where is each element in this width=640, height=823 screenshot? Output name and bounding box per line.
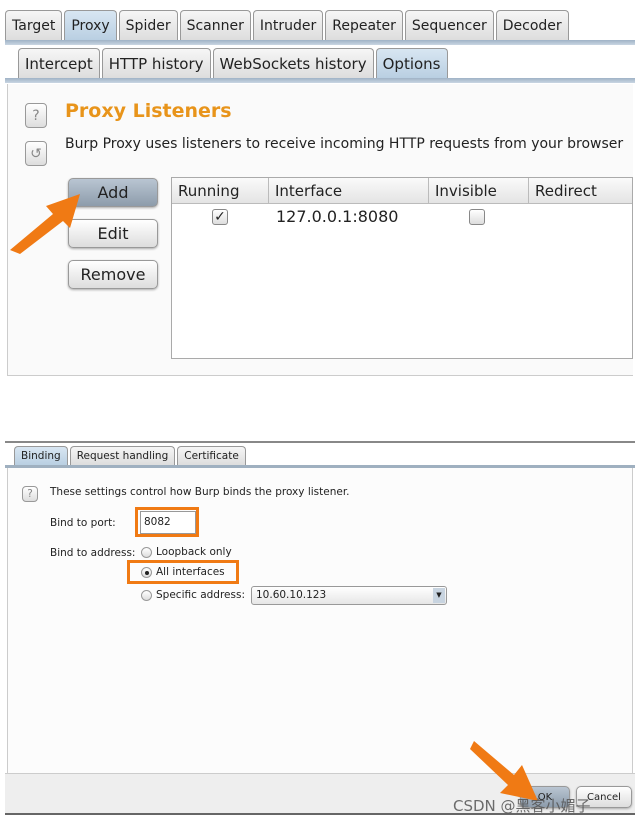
dialog-tab-request-handling[interactable]: Request handling — [69, 446, 176, 465]
main-tabs: Target Proxy Spider Scanner Intruder Repeater… — [5, 10, 569, 40]
dialog-tab-binding[interactable]: Binding — [14, 446, 68, 465]
running-checkbox[interactable]: ✓ — [212, 209, 228, 225]
help-icon[interactable]: ? — [22, 486, 38, 502]
radio-loopback[interactable]: Loopback only — [141, 546, 232, 558]
sub-tabs: Intercept HTTP history WebSockets history O… — [18, 48, 448, 78]
subtab-intercept[interactable]: Intercept — [18, 48, 100, 78]
chevron-down-icon: ▼ — [433, 588, 445, 603]
arrow-annotation-icon — [10, 194, 80, 254]
remove-button[interactable]: Remove — [68, 260, 158, 289]
sub-tab-divider — [5, 78, 635, 83]
dialog-tabs: Binding Request handling Certificate — [14, 446, 246, 465]
section-title: Proxy Listeners — [65, 100, 232, 122]
radio-icon — [141, 589, 152, 601]
tab-proxy[interactable]: Proxy — [64, 10, 117, 40]
specific-address-select[interactable]: 10.60.10.123 ▼ — [251, 586, 447, 605]
tab-bar-divider — [5, 40, 635, 45]
tab-target[interactable]: Target — [5, 10, 63, 40]
selected-address: 10.60.10.123 — [256, 589, 327, 601]
col-invisible[interactable]: Invisible — [429, 178, 529, 204]
listeners-table: Running Interface Invisible Redirect ✓ 1… — [171, 177, 633, 359]
radio-specific-address[interactable]: Specific address: — [141, 589, 245, 601]
interface-cell: 127.0.0.1:8080 — [276, 207, 399, 226]
table-header: Running Interface Invisible Redirect — [172, 178, 632, 204]
tab-decoder[interactable]: Decoder — [495, 10, 569, 40]
tab-scanner[interactable]: Scanner — [179, 10, 251, 40]
section-description: Burp Proxy uses listeners to receive inc… — [65, 136, 624, 152]
address-label: Bind to address: — [50, 547, 136, 559]
help-icon[interactable]: ? — [25, 103, 47, 128]
binding-help-text: These settings control how Burp binds th… — [50, 486, 350, 498]
refresh-icon[interactable]: ↺ — [25, 141, 47, 166]
tab-repeater[interactable]: Repeater — [325, 10, 403, 40]
binding-panel — [7, 468, 633, 773]
dialog-tab-certificate[interactable]: Certificate — [177, 446, 246, 465]
tab-sequencer[interactable]: Sequencer — [404, 10, 494, 40]
subtab-options[interactable]: Options — [375, 48, 448, 78]
watermark: CSDN @黑客小媚子 — [453, 797, 591, 815]
col-redirect[interactable]: Redirect — [529, 178, 629, 204]
table-row[interactable]: ✓ 127.0.0.1:8080 — [172, 204, 632, 228]
col-interface[interactable]: Interface — [269, 178, 429, 204]
radio-label: Loopback only — [156, 546, 232, 558]
port-highlight — [135, 507, 199, 537]
port-label: Bind to port: — [50, 517, 116, 529]
tab-spider[interactable]: Spider — [118, 10, 178, 40]
invisible-checkbox[interactable] — [469, 209, 485, 225]
radio-label: Specific address: — [156, 589, 245, 601]
col-running[interactable]: Running — [172, 178, 269, 204]
subtab-websockets-history[interactable]: WebSockets history — [212, 48, 374, 78]
radio-icon — [141, 546, 152, 558]
tab-intruder[interactable]: Intruder — [252, 10, 324, 40]
subtab-http-history[interactable]: HTTP history — [101, 48, 211, 78]
dialog-top-border — [5, 441, 635, 443]
all-interfaces-highlight — [127, 560, 239, 584]
